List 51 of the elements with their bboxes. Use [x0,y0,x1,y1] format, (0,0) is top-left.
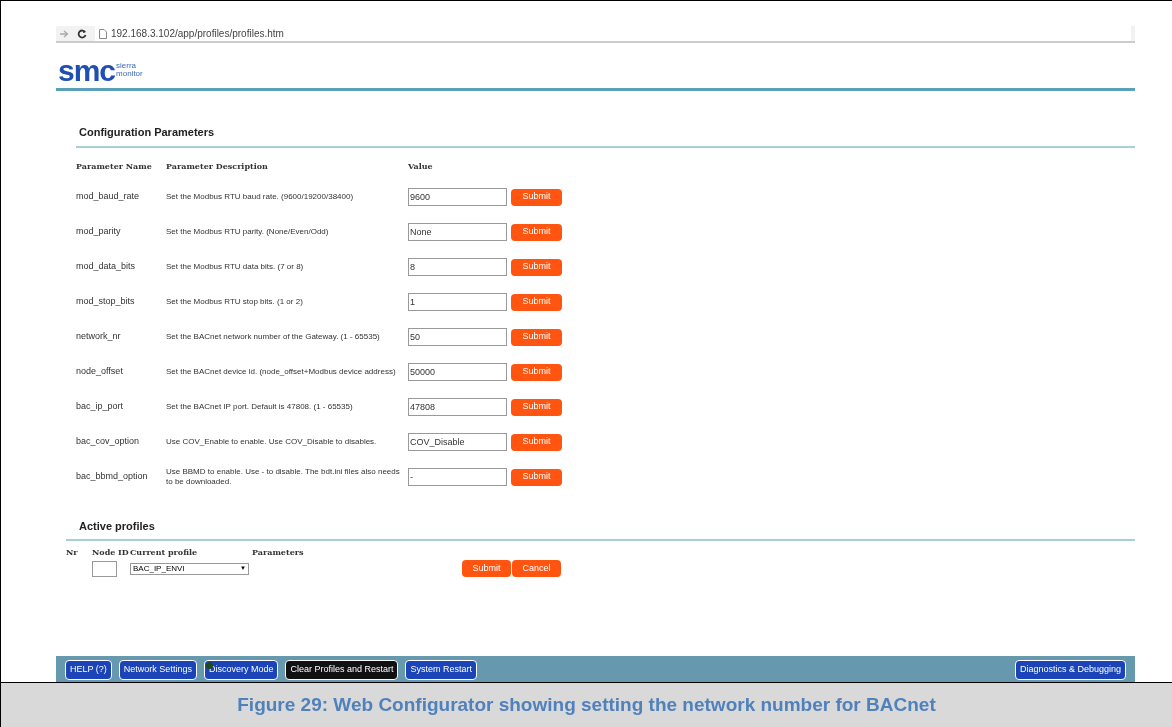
column-header: Current profile [130,546,199,558]
column-header: Node ID [92,546,130,558]
parameter-name: network_nr [76,330,122,344]
parameter-description: Set the Modbus RTU stop bits. (1 or 2) [166,297,304,307]
logo-subtitle: monitor [116,70,143,78]
toolbar-button[interactable]: System Restart [405,660,477,680]
value-field[interactable]: 50 [408,328,507,346]
value-field[interactable]: 8 [408,258,507,276]
section-title: Active profiles [78,518,156,534]
logo-subtitle: sierra [116,62,138,70]
parameter-description: Use BBMD to enable. Use - to disable. The bdt.ini files also needs to be downloaded. [166,467,401,487]
reload-icon[interactable] [77,28,87,39]
parameter-name: bac_cov_option [76,435,141,449]
column-header: Value [408,159,434,173]
forward-icon[interactable] [60,29,69,38]
toolbar-button[interactable]: HELP (?) [65,660,112,680]
value-field[interactable]: 1 [408,293,507,311]
parameter-name: mod_stop_bits [76,295,136,309]
node-id-field[interactable] [92,560,117,577]
parameter-description: Set the BACnet device id. (node_offset+Modbus device address) [166,367,397,377]
parameter-description: Set the Modbus RTU parity. (None/Even/Odd) [166,227,330,237]
value-field[interactable]: 47808 [408,398,507,416]
column-header: Parameter Name [76,159,153,173]
parameter-description: Set the BACnet network number of the Gateway. (1 - 65535) [166,332,381,342]
parameter-name: mod_baud_rate [76,190,141,204]
parameter-name: node_offset [76,365,124,379]
parameter-description: Use COV_Enable to enable. Use COV_Disable to disables. [166,437,378,447]
logo: smc [58,58,116,84]
parameter-description: Set the Modbus RTU data bits. (7 or 8) [166,262,305,272]
section-title: Configuration Parameters [78,125,216,140]
toolbar-button[interactable]: Discovery Mode [203,660,279,680]
value-field[interactable]: 50000 [408,363,507,381]
column-header: Parameter Description [166,159,269,173]
column-header: Parameters [252,546,304,558]
parameter-name: bac_bbmd_option [76,470,149,484]
value-field[interactable]: 9600 [408,188,507,206]
value-field[interactable]: COV_Disable [408,433,507,451]
toolbar-button[interactable]: Clear Profiles and Restart [285,660,399,680]
parameter-name: bac_ip_port [76,400,125,414]
page-icon [99,28,107,39]
parameter-description: Set the BACnet IP port. Default is 47808. (1 - 65535) [166,402,354,412]
parameter-name: mod_parity [76,225,122,239]
toolbar-button[interactable]: Diagnostics & Debugging [1014,660,1126,680]
value-field[interactable]: None [408,223,507,241]
parameter-name: mod_data_bits [76,260,137,274]
column-header: Nr [66,546,79,558]
url-field[interactable]: 192.168.3.102/app/profiles/profiles.htm [95,26,1131,41]
value-field[interactable]: - [408,468,507,486]
toolbar-button[interactable]: Network Settings [118,660,197,680]
figure-caption: Figure 29: Web Configurator showing setting the network number for BACnet [237,692,936,717]
parameter-description: Set the Modbus RTU baud rate. (9600/19200/38400) [166,192,355,202]
